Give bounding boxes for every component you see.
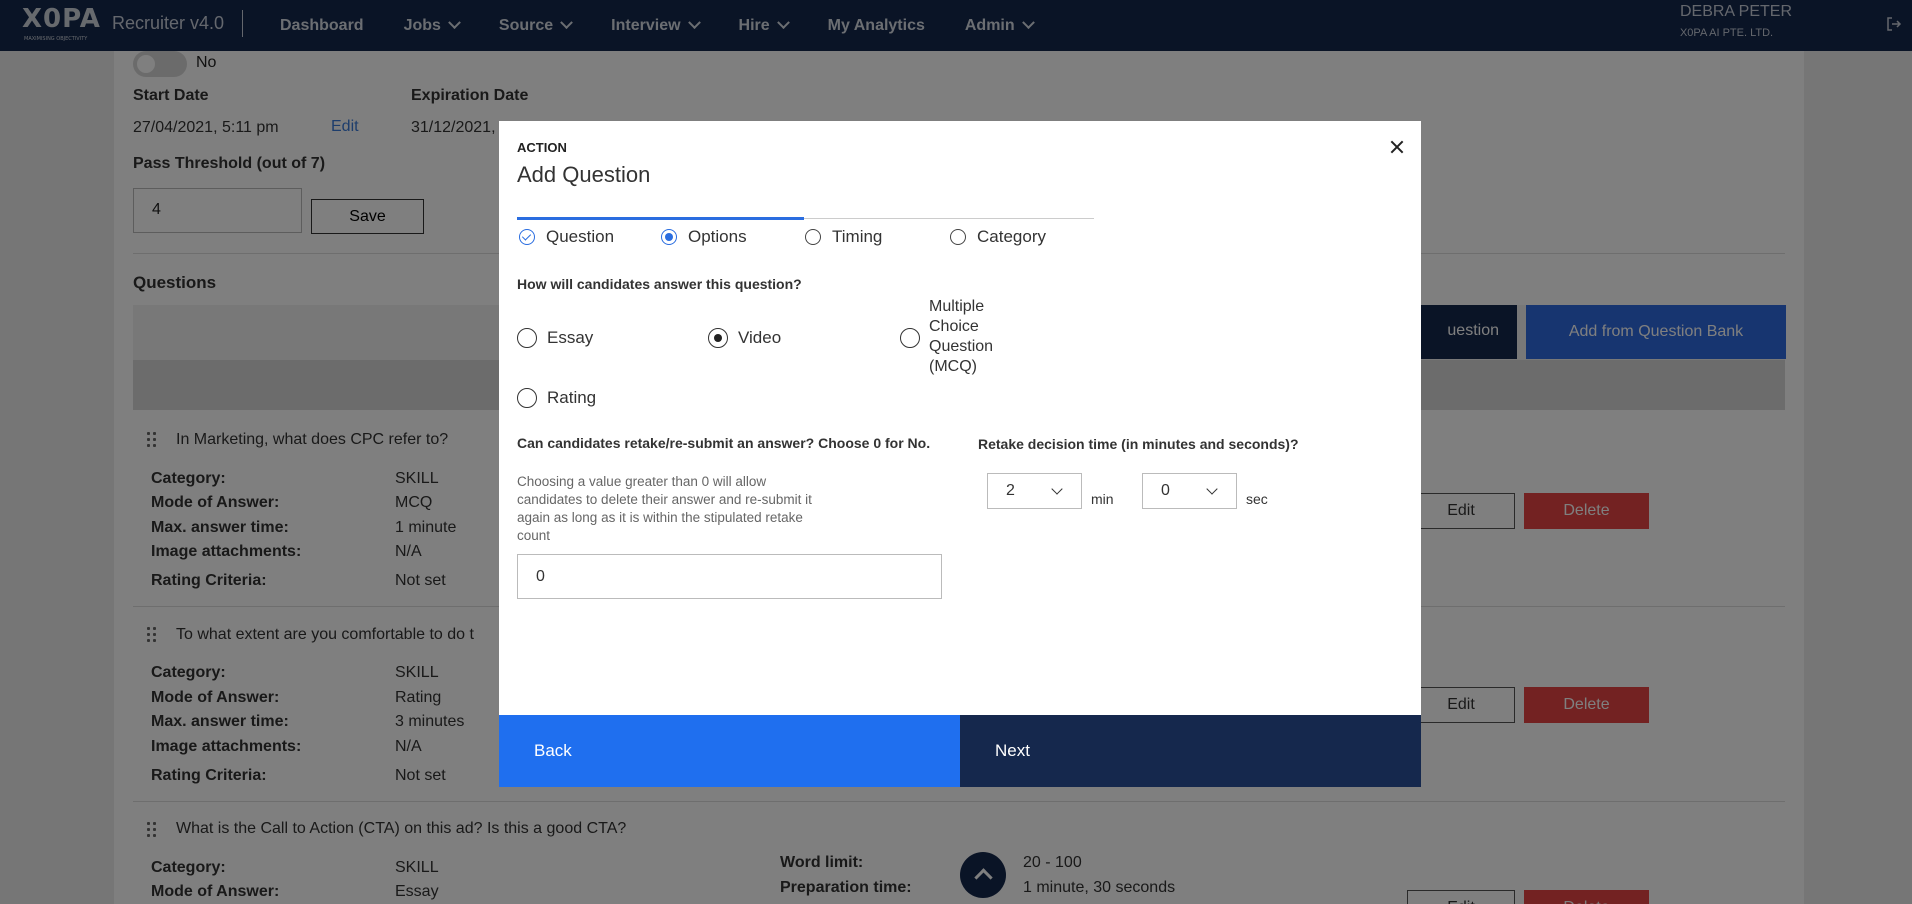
seconds-select[interactable]: 0	[1142, 473, 1237, 509]
close-icon[interactable]	[1389, 139, 1405, 155]
retake-count-input[interactable]: 0	[517, 554, 942, 599]
option-mcq[interactable]	[900, 328, 930, 348]
add-question-modal: ACTION Add Question Question Options Tim…	[499, 121, 1421, 787]
radio-icon[interactable]	[517, 388, 537, 408]
minutes-select[interactable]: 2	[987, 473, 1082, 509]
step-question[interactable]: Question	[519, 227, 614, 247]
chevron-down-icon	[1206, 483, 1218, 495]
step-category[interactable]: Category	[950, 227, 1046, 247]
radio-icon[interactable]	[900, 328, 920, 348]
step-progress-fill	[517, 217, 804, 220]
chevron-down-icon	[1051, 483, 1063, 495]
modal-kicker: ACTION	[517, 140, 567, 155]
radio-selected-icon[interactable]	[708, 328, 728, 348]
option-mcq-label: Multiple Choice Question (MCQ)	[929, 298, 994, 375]
retake-label: Can candidates retake/re-submit an answe…	[517, 435, 931, 451]
radio-icon[interactable]	[517, 328, 537, 348]
minutes-unit: min	[1091, 491, 1114, 507]
step-options[interactable]: Options	[661, 227, 747, 247]
modal-title: Add Question	[517, 162, 651, 187]
radio-selected-icon	[661, 229, 677, 245]
next-button[interactable]: Next	[960, 715, 1421, 787]
radio-icon	[805, 229, 821, 245]
step-timing[interactable]: Timing	[805, 227, 882, 247]
retake-decision-time-label: Retake decision time (in minutes and sec…	[978, 436, 1299, 452]
option-essay[interactable]: Essay	[517, 328, 593, 348]
option-video[interactable]: Video	[708, 328, 781, 348]
back-button[interactable]: Back	[499, 715, 960, 787]
seconds-unit: sec	[1246, 491, 1268, 507]
answer-method-question: How will candidates answer this question…	[517, 276, 802, 292]
check-circle-icon	[519, 229, 535, 245]
radio-icon	[950, 229, 966, 245]
option-rating[interactable]: Rating	[517, 388, 596, 408]
retake-help-text: Choosing a value greater than 0 will all…	[517, 474, 812, 543]
